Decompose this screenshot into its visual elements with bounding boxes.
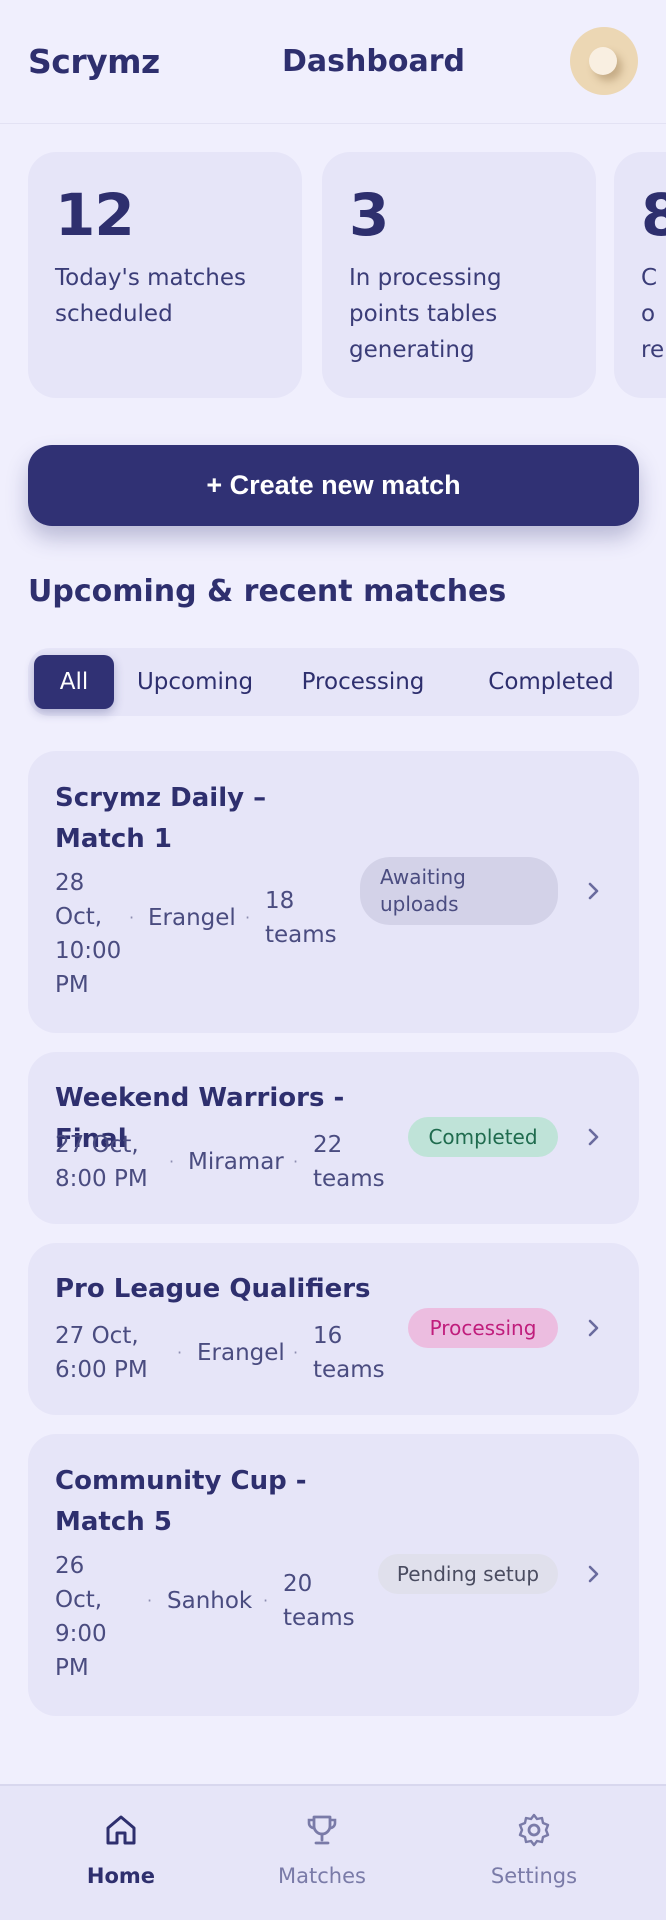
filter-completed[interactable]: Completed bbox=[468, 655, 634, 709]
match-name: Scrymz Daily – Match 1 bbox=[55, 783, 267, 854]
stat-card-today: 12 Today's matches scheduled bbox=[28, 152, 302, 398]
separator-dot: · bbox=[177, 1343, 183, 1362]
match-date: 28 Oct, 10:00 PM bbox=[55, 870, 122, 998]
match-map: Erangel bbox=[148, 905, 236, 931]
match-meta: 28 Oct, 10:00 PM · Erangel · 18 teams bbox=[55, 866, 355, 1006]
app-header: Scrymz Dashboard bbox=[0, 0, 666, 124]
separator-dot: · bbox=[129, 908, 135, 927]
separator-dot: · bbox=[263, 1591, 269, 1610]
tab-label: Settings bbox=[490, 1864, 578, 1888]
chevron-right-icon bbox=[588, 1565, 599, 1583]
match-name: Pro League Qualifiers bbox=[55, 1274, 371, 1304]
status-label: Awaiting uploads bbox=[380, 865, 466, 916]
stat-value: 8 bbox=[641, 181, 666, 249]
tab-label: Home bbox=[86, 1864, 156, 1888]
separator-dot: · bbox=[293, 1343, 299, 1362]
stats-carousel[interactable]: 12 Today's matches scheduled 3 In proces… bbox=[28, 152, 666, 398]
home-icon bbox=[106, 1815, 136, 1845]
tab-home[interactable]: Home bbox=[21, 1786, 221, 1920]
match-map: Erangel bbox=[197, 1340, 285, 1366]
stat-value: 3 bbox=[349, 181, 389, 249]
match-card[interactable]: Weekend Warriors - Final 27 Oct, 8:00 PM… bbox=[28, 1052, 639, 1224]
filter-upcoming[interactable]: Upcoming bbox=[130, 655, 260, 709]
filter-all[interactable]: All bbox=[34, 655, 114, 709]
match-date: 26 Oct, 9:00 PM bbox=[55, 1553, 107, 1681]
avatar[interactable] bbox=[570, 27, 638, 95]
match-map: Sanhok bbox=[167, 1588, 253, 1614]
stat-label: In processing points tables generating bbox=[349, 265, 502, 363]
separator-dot: · bbox=[245, 908, 251, 927]
gear-icon bbox=[518, 1813, 550, 1847]
match-date: 27 Oct, 6:00 PM bbox=[55, 1323, 148, 1383]
filter-processing[interactable]: Processing bbox=[288, 655, 438, 709]
create-match-button[interactable]: + Create new match bbox=[28, 445, 639, 526]
stat-label: Today's matches scheduled bbox=[55, 265, 247, 327]
match-date: 27 Oct, 8:00 PM bbox=[55, 1132, 148, 1192]
page-title: Dashboard bbox=[282, 44, 465, 79]
match-name: Community Cup - Match 5 bbox=[55, 1466, 307, 1537]
separator-dot: · bbox=[169, 1152, 175, 1171]
brand-name: Scrymz bbox=[28, 42, 160, 81]
match-map: Miramar bbox=[188, 1149, 284, 1175]
match-teams: 16 teams bbox=[313, 1323, 385, 1383]
tab-settings[interactable]: Settings bbox=[434, 1786, 634, 1920]
match-teams: 22 teams bbox=[313, 1132, 385, 1192]
status-badge: Awaiting uploads bbox=[360, 857, 558, 925]
match-meta: 27 Oct, 6:00 PM · Erangel · 16 teams bbox=[55, 1319, 415, 1389]
match-card[interactable]: Scrymz Daily – Match 1 28 Oct, 10:00 PM … bbox=[28, 751, 639, 1033]
match-teams: 20 teams bbox=[283, 1571, 355, 1631]
stat-card-completed: 8 Co re bbox=[614, 152, 666, 398]
match-card[interactable]: Community Cup - Match 5 26 Oct, 9:00 PM … bbox=[28, 1434, 639, 1716]
avatar-image bbox=[589, 47, 617, 75]
match-meta: 27 Oct, 8:00 PM · Miramar · 22 teams bbox=[55, 1128, 415, 1198]
tab-label: Matches bbox=[278, 1864, 366, 1888]
chevron-right-icon bbox=[588, 1319, 599, 1337]
match-card[interactable]: Pro League Qualifiers 27 Oct, 6:00 PM · … bbox=[28, 1243, 639, 1415]
bottom-tab-bar: Home Matches Settings bbox=[0, 1784, 666, 1920]
separator-dot: · bbox=[147, 1591, 153, 1610]
stat-value: 12 bbox=[55, 181, 135, 249]
match-meta: 26 Oct, 9:00 PM · Sanhok · 20 teams bbox=[55, 1549, 355, 1689]
separator-dot: · bbox=[293, 1152, 299, 1171]
section-title: Upcoming & recent matches bbox=[28, 574, 507, 609]
stat-card-processing: 3 In processing points tables generating bbox=[322, 152, 596, 398]
chevron-right-icon bbox=[588, 882, 599, 900]
match-teams: 18 teams bbox=[265, 888, 337, 948]
status-badge: Completed bbox=[408, 1117, 558, 1157]
status-badge: Processing bbox=[408, 1308, 558, 1348]
filter-tabs: All Upcoming Processing Completed bbox=[28, 648, 639, 716]
stat-label: Co re bbox=[641, 265, 665, 363]
tab-matches[interactable]: Matches bbox=[222, 1786, 422, 1920]
status-badge: Pending setup bbox=[378, 1554, 558, 1594]
trophy-icon bbox=[307, 1815, 337, 1845]
chevron-right-icon bbox=[588, 1128, 599, 1146]
